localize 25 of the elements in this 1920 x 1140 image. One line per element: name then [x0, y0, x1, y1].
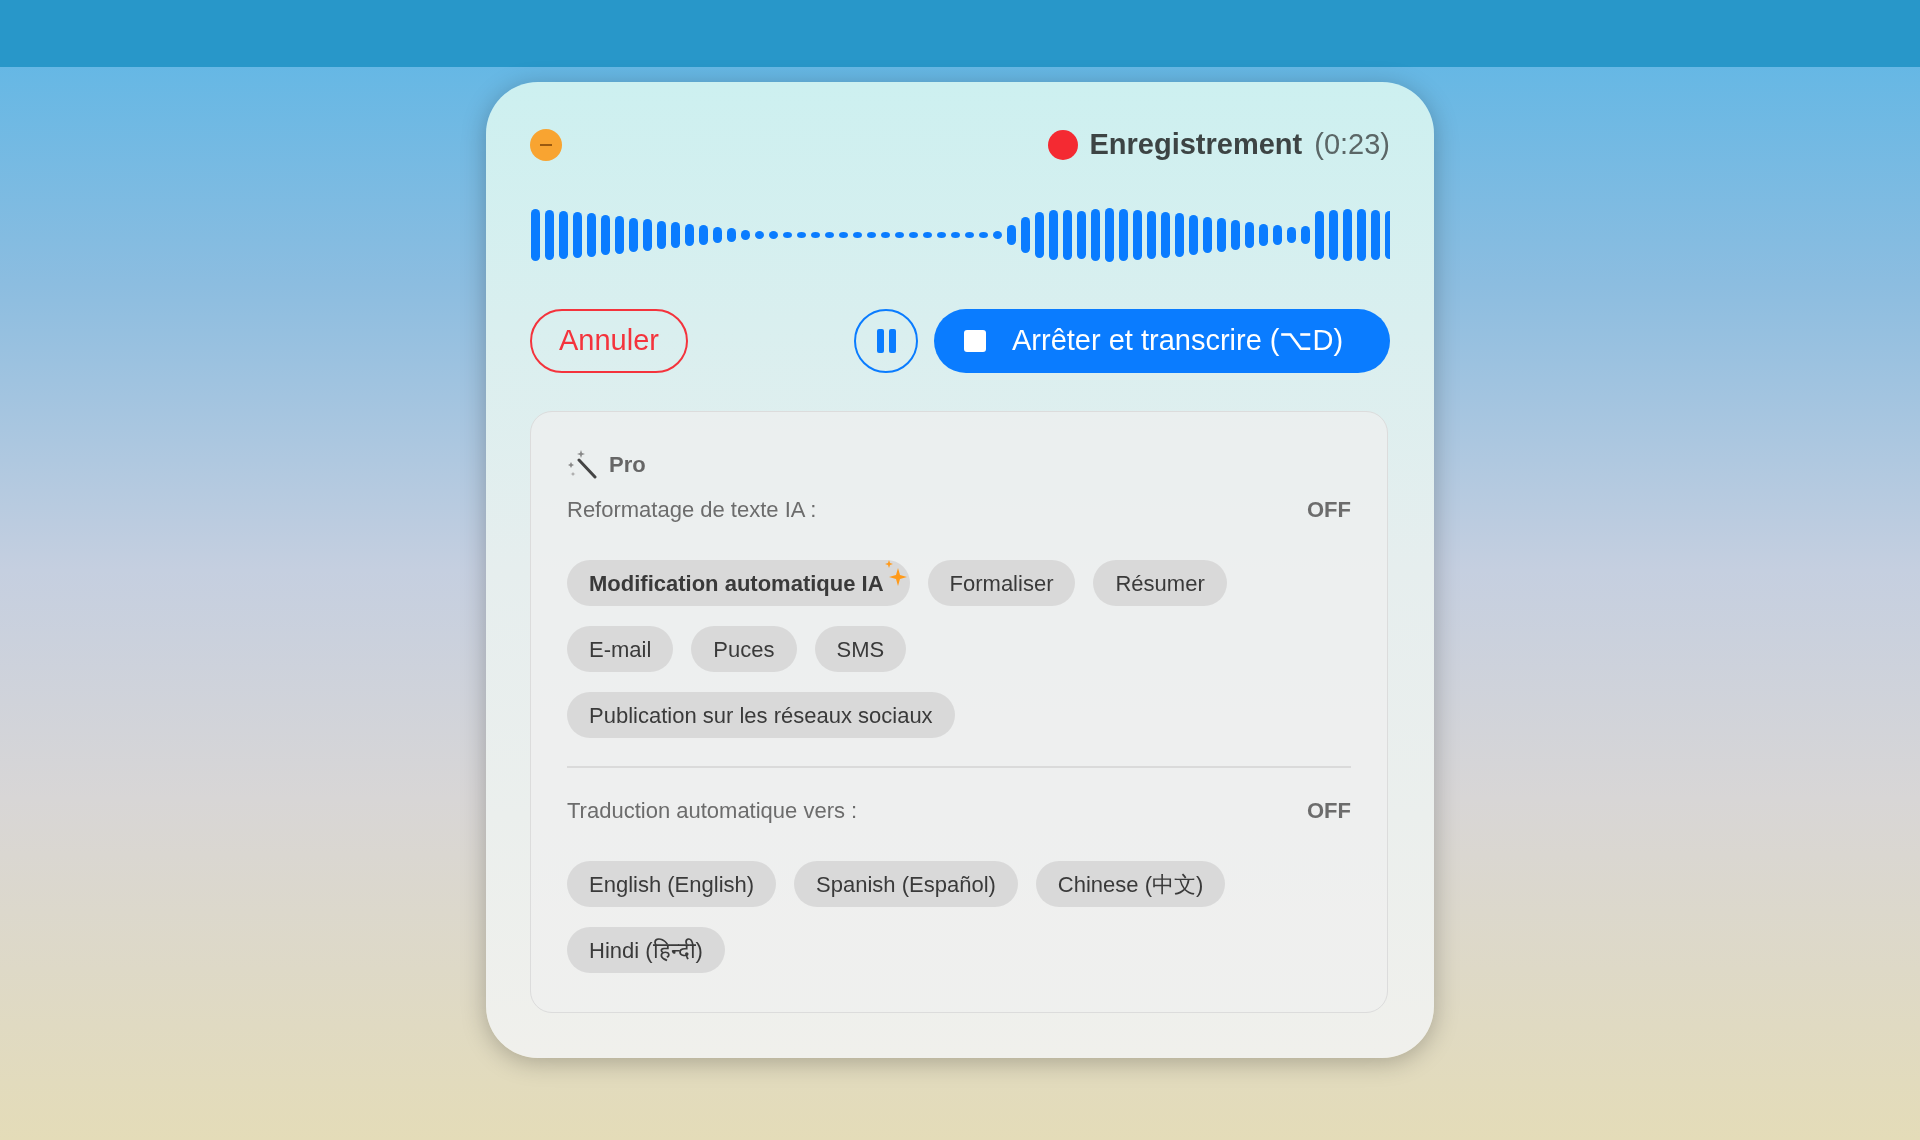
- option-chip[interactable]: Résumer: [1093, 560, 1227, 606]
- option-chip[interactable]: SMS: [814, 626, 907, 672]
- magic-wand-icon: [567, 449, 597, 480]
- pro-label: Pro: [609, 451, 646, 479]
- pause-button[interactable]: [854, 309, 918, 373]
- section-title: Reformatage de texte IA :: [567, 496, 817, 524]
- status-label: Enregistrement: [1089, 127, 1303, 163]
- option-chip[interactable]: Spanish (Español): [794, 861, 1018, 907]
- option-chip[interactable]: Puces: [691, 626, 797, 672]
- elapsed-time: (0:23): [1314, 127, 1390, 163]
- stop-icon: [964, 330, 986, 352]
- option-chip[interactable]: Formaliser: [927, 560, 1076, 606]
- minimize-button[interactable]: [530, 129, 562, 161]
- stop-transcribe-button[interactable]: Arrêter et transcrire (⌥D): [934, 309, 1390, 373]
- option-chip[interactable]: English (English): [567, 861, 777, 907]
- option-chip[interactable]: Chinese (中文): [1035, 861, 1226, 907]
- option-chip[interactable]: Modification automatique IA: [567, 560, 910, 606]
- option-chip[interactable]: Publication sur les réseaux sociaux: [567, 692, 955, 738]
- pause-icon: [876, 329, 896, 353]
- option-chip[interactable]: Hindi (हिन्दी): [567, 927, 725, 973]
- minus-icon: [540, 144, 552, 146]
- section-title: Traduction automatique vers :: [567, 797, 858, 825]
- toggle-state[interactable]: OFF: [1307, 794, 1351, 827]
- option-chip[interactable]: E-mail: [567, 626, 674, 672]
- toggle-state[interactable]: OFF: [1307, 493, 1351, 526]
